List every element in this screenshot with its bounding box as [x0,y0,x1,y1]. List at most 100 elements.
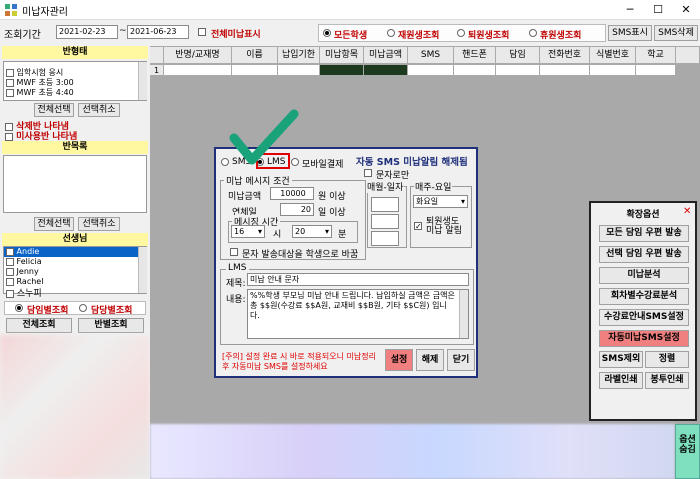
monthly-title: 매월-일자 [366,180,405,193]
app-icon [5,4,17,16]
table-cell[interactable] [364,65,408,76]
notice-text: [주의] 설정 완료 시 바로 적용되오니 미납정리 후 자동미납 SMS를 설… [222,352,376,371]
minimize-button[interactable]: ─ [616,0,644,20]
radio-enrolled[interactable] [387,29,395,37]
text-only-checkbox[interactable] [364,169,372,177]
overdue-unit: 일 이상 [318,208,346,218]
column-header[interactable]: 반명/교재명 [164,47,232,64]
send-target-checkbox[interactable] [230,248,238,256]
table-cell[interactable] [590,65,636,76]
grid-corner [150,47,164,64]
table-cell[interactable] [320,65,364,76]
toolbar: 조회기간 2021-02-23 ~ 2021-06-23 전체미납표시 모든학생… [0,21,700,45]
set-button[interactable]: 설정 [385,349,413,371]
hour-unit: 시 [273,230,282,240]
monthly-day-input-3[interactable] [371,231,399,246]
chevron-down-icon: ▾ [257,227,262,236]
select-all-button-2[interactable]: 전체선택 [34,217,74,231]
sort-button[interactable]: 정렬 [645,351,689,368]
column-header[interactable]: 미납항목 [320,47,364,64]
overdue-days-input[interactable]: 20 [280,203,314,216]
list-item[interactable]: Andie [4,247,146,257]
auto-unpaid-sms-button[interactable]: 자동미납SMS설정 [599,330,689,347]
radio-by-charge[interactable] [79,304,87,312]
check-mark-icon [229,109,299,165]
radio-all-students[interactable] [323,29,331,37]
all-teacher-mail-button[interactable]: 모든 담임 우편 발송 [599,225,689,242]
column-header[interactable]: 담임 [496,47,540,64]
list-item[interactable]: Felicia [4,257,146,267]
subject-input[interactable]: 미납 안내 문자 [247,273,469,286]
close-button[interactable]: ✕ [672,0,700,20]
scrollbar[interactable] [459,290,468,338]
list-item[interactable]: MWF 초등 4:40 [4,88,146,98]
table-cell[interactable] [278,65,320,76]
by-class-button[interactable]: 반별조회 [78,318,144,333]
column-header[interactable]: 식별번호 [590,47,636,64]
monthly-day-input-2[interactable] [371,214,399,229]
table-cell[interactable] [496,65,540,76]
view-all-button[interactable]: 전체조회 [6,318,72,333]
radio-by-teacher-label: 담임별조회 [27,306,69,316]
unpaid-amount-label: 미납금액 [228,192,262,202]
lms-title: LMS [226,263,249,273]
table-cell[interactable] [232,65,278,76]
list-item[interactable]: MWF 초등 3:00 [4,78,146,88]
label-print-button[interactable]: 라벨인쇄 [599,372,643,389]
send-target-label: 문자 발송대상을 학생으로 바꿈 [242,250,359,260]
list-item[interactable]: 스누피 [6,286,42,299]
envelope-print-button[interactable]: 봉투인쇄 [645,372,689,389]
radio-withdrawn[interactable] [457,29,465,37]
release-button[interactable]: 해제 [416,349,444,371]
chevron-down-icon: ▾ [460,197,465,206]
column-header[interactable]: SMS [408,47,454,64]
fee-sms-settings-button[interactable]: 수강료안내SMS설정 [599,309,689,326]
select-all-button[interactable]: 전체선택 [34,103,74,117]
radio-enrolled-label: 재원생조회 [398,31,440,41]
deselect-button-2[interactable]: 선택취소 [78,217,120,231]
column-header[interactable]: 이름 [232,47,278,64]
unpaid-amount-unit: 원 이상 [318,192,346,202]
scrollbar[interactable] [138,247,147,293]
unpaid-amount-input[interactable]: 10000 [270,187,314,200]
table-cell[interactable] [408,65,454,76]
class-list [3,155,147,213]
table-cell[interactable] [164,65,232,76]
sms-show-button[interactable]: SMS표시 [608,25,652,41]
column-header[interactable]: 학교 [636,47,676,64]
weekday-select[interactable]: 화요일 ▾ [413,195,468,208]
monthly-day-input-1[interactable] [371,197,399,212]
selected-teacher-mail-button[interactable]: 선택 담임 우편 발송 [599,246,689,263]
fee-by-session-button[interactable]: 회차별수강료분석 [599,288,689,305]
sms-delete-button[interactable]: SMS삭제 [654,25,698,41]
list-item[interactable]: Jenny [4,267,146,277]
sidebar: 반형태 입학시험 응시 MWF 초등 3:00 MWF 초등 4:40 전체선택… [0,45,150,479]
maximize-button[interactable]: ☐ [644,0,672,20]
unpaid-analysis-button[interactable]: 미납분석 [599,267,689,284]
date-from-input[interactable]: 2021-02-23 [56,25,118,39]
column-header[interactable]: 납입기한 [278,47,320,64]
scrollbar[interactable] [138,62,147,100]
radio-by-charge-label: 담당별조회 [91,306,133,316]
column-header[interactable]: 미납금액 [364,47,408,64]
close-icon[interactable]: ✕ [683,206,691,217]
radio-on-leave[interactable] [529,29,537,37]
table-cell[interactable] [454,65,496,76]
withdrawn-alert-checkbox[interactable]: ✓ [414,222,422,231]
dialog-close-button[interactable]: 닫기 [447,349,475,371]
hide-options-button[interactable]: 옵션숨김 [675,424,700,479]
column-header[interactable]: 핸드폰 [454,47,496,64]
radio-by-teacher[interactable] [15,304,23,312]
unpaid-condition-title: 미납 메시지 조건 [224,174,292,187]
table-cell[interactable] [636,65,676,76]
show-all-unpaid-checkbox[interactable] [198,28,206,36]
hour-select[interactable]: 16 ▾ [231,225,265,238]
deselect-button[interactable]: 선택취소 [78,103,120,117]
list-item[interactable]: 입학시험 응시 [4,68,146,78]
date-to-input[interactable]: 2021-06-23 [127,25,189,39]
sms-exclude-button[interactable]: SMS제외 [599,351,643,368]
column-header[interactable]: 전화번호 [540,47,590,64]
minute-select[interactable]: 20 ▾ [292,225,332,238]
table-cell[interactable] [540,65,590,76]
content-textarea[interactable]: %%학생 부모님 미납 안내 드립니다. 납입하실 금액은 금액은 총 $$원(… [247,289,469,339]
